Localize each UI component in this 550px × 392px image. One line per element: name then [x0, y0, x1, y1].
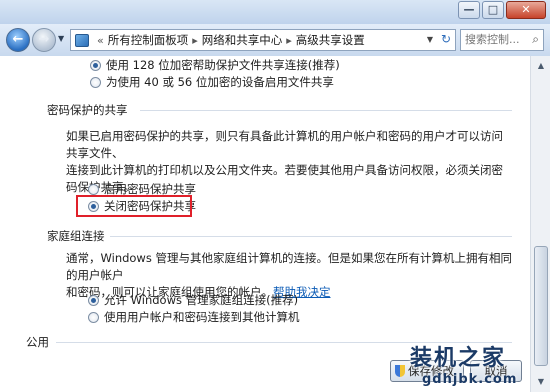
- radio-homegroup-user-account[interactable]: 使用用户帐户和密码连接到其他计算机: [88, 309, 300, 325]
- section-title-homegroup: 家庭组连接: [47, 229, 105, 243]
- radio-button[interactable]: [90, 76, 101, 88]
- window-controls: — □ ✕: [456, 1, 546, 19]
- radio-label: 使用 128 位加密帮助保护文件共享连接(推荐): [106, 58, 340, 72]
- radio-encryption-40-56[interactable]: 为使用 40 或 56 位加密的设备启用文件共享: [90, 74, 334, 90]
- search-icon[interactable]: ⌕: [532, 32, 539, 47]
- scroll-up-icon[interactable]: ▲: [533, 58, 549, 74]
- radio-homegroup-allow[interactable]: 允许 Windows 管理家庭组连接(推荐): [88, 292, 298, 308]
- watermark-logo-text: 装机之家: [410, 345, 507, 371]
- radio-label: 允许 Windows 管理家庭组连接(推荐): [104, 293, 299, 307]
- radio-button[interactable]: [88, 183, 99, 195]
- section-divider: [140, 110, 512, 111]
- breadcrumb-chevron-icon[interactable]: ▸: [192, 34, 198, 47]
- section-title-public[interactable]: 公用: [26, 334, 49, 350]
- forward-button[interactable]: →: [32, 28, 56, 52]
- breadcrumb-network-center[interactable]: 网络和共享中心: [202, 32, 283, 48]
- forward-arrow-icon: →: [38, 32, 50, 47]
- search-box[interactable]: ⌕: [460, 29, 544, 51]
- address-bar[interactable]: « 所有控制面板项 ▸ 网络和共享中心 ▸ 高级共享设置 ▼ ↻: [70, 29, 456, 51]
- minimize-button[interactable]: —: [458, 1, 480, 19]
- search-input[interactable]: [465, 33, 521, 46]
- uac-shield-icon: [395, 365, 405, 377]
- close-button[interactable]: ✕: [506, 1, 546, 19]
- radio-label: 使用用户帐户和密码连接到其他计算机: [104, 310, 300, 324]
- recent-pages-dropdown-icon[interactable]: ▼: [58, 34, 64, 43]
- back-arrow-icon: ←: [12, 32, 24, 47]
- section-divider: [110, 236, 512, 237]
- control-panel-icon: [75, 33, 89, 47]
- radio-button[interactable]: [88, 294, 99, 306]
- navigation-bar: ← → ▼ « 所有控制面板项 ▸ 网络和共享中心 ▸ 高级共享设置 ▼ ↻ ⌕: [0, 24, 550, 56]
- title-bar: — □ ✕: [0, 0, 550, 24]
- refresh-icon[interactable]: ↻: [441, 32, 451, 46]
- highlight-box: [76, 195, 192, 217]
- minimize-icon: —: [463, 3, 475, 16]
- breadcrumb-control-panel[interactable]: 所有控制面板项: [108, 32, 189, 48]
- watermark-url: gdhjbk.com: [422, 372, 518, 387]
- homegroup-description-line1: 通常，Windows 管理与其他家庭组计算机的连接。但是如果您在所有计算机上拥有…: [66, 251, 512, 282]
- maximize-icon: □: [487, 3, 499, 16]
- radio-button[interactable]: [88, 311, 99, 323]
- breadcrumb-advanced-sharing[interactable]: 高级共享设置: [296, 32, 365, 48]
- address-dropdown-icon[interactable]: ▼: [427, 35, 433, 44]
- breadcrumb-chevron-icon[interactable]: ▸: [286, 34, 292, 47]
- radio-encryption-128[interactable]: 使用 128 位加密帮助保护文件共享连接(推荐): [90, 57, 340, 73]
- back-button[interactable]: ←: [6, 28, 30, 52]
- radio-label: 为使用 40 或 56 位加密的设备启用文件共享: [106, 75, 334, 89]
- watermark: 装机之家 gdhjbk.com: [410, 340, 550, 392]
- maximize-button[interactable]: □: [482, 1, 504, 19]
- password-description-line1: 如果已启用密码保护的共享，则只有具备此计算机的用户帐户和密码的用户才可以访问共享…: [66, 129, 503, 160]
- breadcrumb-overflow[interactable]: «: [97, 34, 104, 47]
- window-frame: — □ ✕ ← → ▼ « 所有控制面板项 ▸ 网络和共享中心 ▸ 高级共享设置…: [0, 0, 550, 392]
- section-title-password: 密码保护的共享: [47, 103, 128, 117]
- radio-button[interactable]: [90, 59, 101, 71]
- close-icon: ✕: [521, 3, 531, 16]
